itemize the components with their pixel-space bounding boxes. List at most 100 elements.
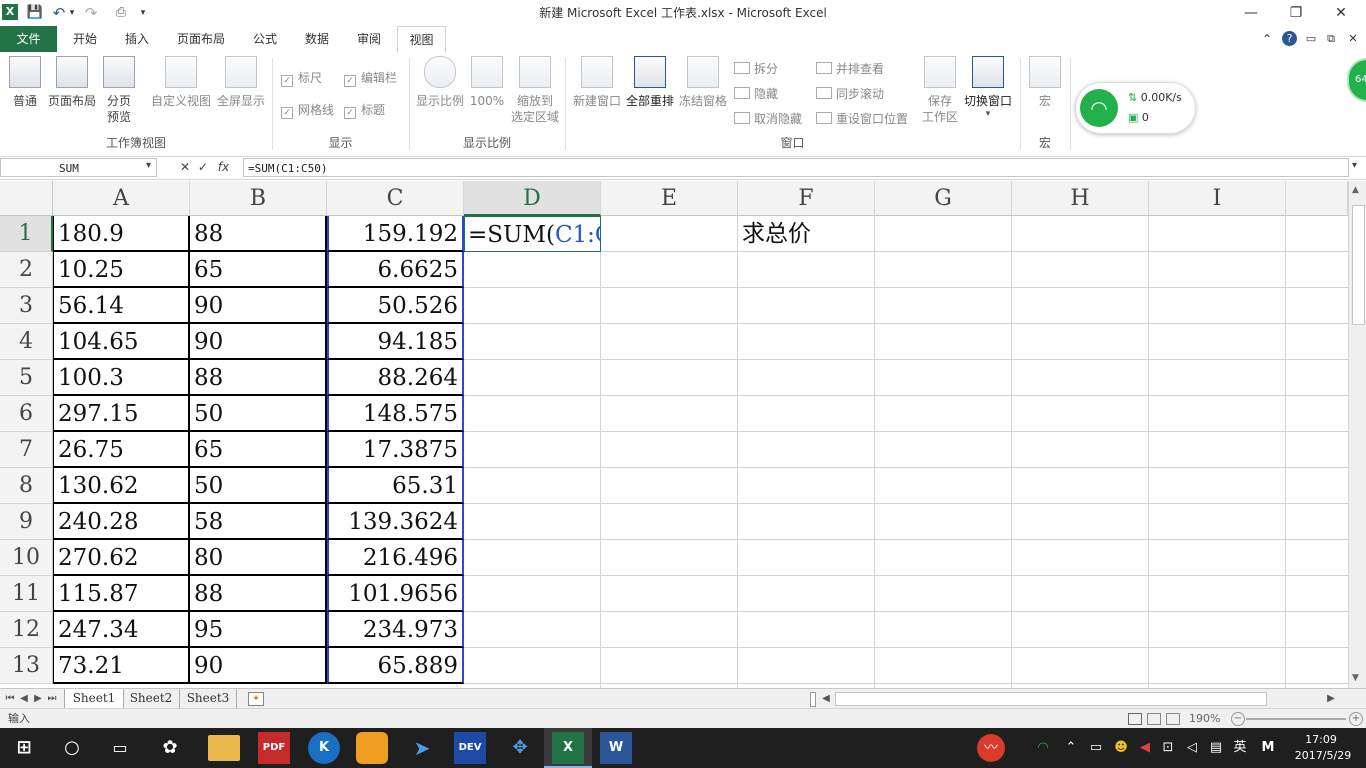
custom-views-button[interactable]: 自定义视图 — [150, 56, 212, 109]
pinwheel-app-icon[interactable]: ✿ — [154, 732, 186, 764]
cell-c8[interactable]: 65.31 — [327, 468, 464, 504]
cell-c10[interactable]: 216.496 — [327, 540, 464, 576]
cancel-icon[interactable]: ✕ — [180, 160, 190, 174]
zoom-out-icon[interactable]: − — [1231, 712, 1245, 726]
cell-b13[interactable]: 90 — [190, 648, 327, 684]
zoom-100-button[interactable]: 100% — [468, 56, 506, 109]
cell-b11[interactable]: 88 — [190, 576, 327, 612]
tab-insert[interactable]: 插入 — [114, 26, 160, 52]
headings-checkbox[interactable]: ✓ 标题 — [344, 101, 385, 119]
column-header-b[interactable]: B — [190, 181, 327, 216]
cell-b12[interactable]: 95 — [190, 612, 327, 648]
cell-a10[interactable]: 270.62 — [53, 540, 190, 576]
enter-icon[interactable]: ✓ — [198, 160, 208, 174]
cell-b10[interactable]: 80 — [190, 540, 327, 576]
column-header-c[interactable]: C — [327, 181, 464, 216]
cell-b8[interactable]: 50 — [190, 468, 327, 504]
tab-view[interactable]: 视图 — [397, 26, 446, 53]
cell-c5[interactable]: 88.264 — [327, 360, 464, 396]
gridlines-checkbox[interactable]: ✓ 网格线 — [281, 101, 334, 119]
cell-b2[interactable]: 65 — [190, 252, 327, 288]
show-hidden-icons[interactable]: ⌃ — [1062, 728, 1080, 768]
zoom-slider[interactable] — [1246, 718, 1346, 720]
tab-review[interactable]: 审阅 — [348, 26, 390, 52]
zoom-level[interactable]: 190% — [1189, 709, 1220, 729]
name-box[interactable]: SUM — [0, 158, 157, 177]
restore-button[interactable]: ❐ — [1273, 0, 1319, 26]
row-header[interactable]: 5 — [0, 360, 53, 396]
cell-c4[interactable]: 94.185 — [327, 324, 464, 360]
k-app-icon[interactable]: K — [308, 732, 340, 764]
workbook-restore-icon[interactable]: ⧉ — [1324, 26, 1338, 52]
freeze-panes-button[interactable]: 冻结窗格 — [677, 56, 729, 109]
network-tray-icon[interactable]: ⊡ — [1158, 728, 1178, 768]
cell-b6[interactable]: 50 — [190, 396, 327, 432]
cell-a6[interactable]: 297.15 — [53, 396, 190, 432]
row-header[interactable]: 2 — [0, 252, 53, 288]
vertical-scrollbar[interactable]: ▲ ▼ — [1348, 181, 1366, 688]
zoom-in-icon[interactable]: + — [1349, 712, 1363, 726]
cell-b9[interactable]: 58 — [190, 504, 327, 540]
sync-scroll-button[interactable]: 同步滚动 — [816, 85, 884, 103]
column-header-i[interactable]: I — [1149, 181, 1286, 216]
cell-c6[interactable]: 148.575 — [327, 396, 464, 432]
cell-c9[interactable]: 139.3624 — [327, 504, 464, 540]
cell-f1[interactable]: 求总价 — [738, 216, 875, 252]
cell-a13[interactable]: 73.21 — [53, 648, 190, 684]
cell-a7[interactable]: 26.75 — [53, 432, 190, 468]
workbook-close-icon[interactable]: ✕ — [1346, 26, 1360, 52]
ruler-checkbox[interactable]: ✓ 标尺 — [281, 69, 322, 87]
sheet-tab-sheet1[interactable]: Sheet1 — [64, 689, 124, 708]
row-header[interactable]: 6 — [0, 396, 53, 432]
name-box-dropdown-icon[interactable]: ▾ — [146, 160, 151, 171]
first-sheet-icon[interactable]: ⏮ — [4, 689, 16, 708]
macros-button[interactable]: 宏 — [1026, 56, 1064, 109]
volume-muted-icon[interactable]: ◀ — [1136, 728, 1154, 768]
row-header[interactable]: 11 — [0, 576, 53, 612]
row-header[interactable]: 10 — [0, 540, 53, 576]
wifi-float-widget[interactable]: ◠ ⇅ 0.00K/s ▣ 0 — [1075, 82, 1196, 134]
ime-tray-icon[interactable]: ☻ — [1110, 728, 1132, 768]
word-taskbar-icon[interactable]: W — [600, 732, 632, 764]
page-break-preview-button[interactable]: 分页 预览 — [101, 56, 137, 125]
row-header[interactable]: 7 — [0, 432, 53, 468]
horizontal-scroll-thumb[interactable] — [835, 692, 1267, 706]
cell-d1-editing[interactable]: =SUM(C1:C50) — [464, 216, 601, 252]
cell-a12[interactable]: 247.34 — [53, 612, 190, 648]
formula-input[interactable]: =SUM(C1:C50) — [243, 158, 1349, 177]
cell-a3[interactable]: 56.14 — [53, 288, 190, 324]
page-break-status-icon[interactable] — [1166, 713, 1180, 725]
cell-c3[interactable]: 50.526 — [327, 288, 464, 324]
cell-c2[interactable]: 6.6625 — [327, 252, 464, 288]
clock-date[interactable]: 2017/5/29 — [1290, 748, 1356, 764]
page-layout-view-button[interactable]: 页面布局 — [47, 56, 97, 109]
cell-a5[interactable]: 100.3 — [53, 360, 190, 396]
cell-b3[interactable]: 90 — [190, 288, 327, 324]
vertical-scroll-thumb[interactable] — [1352, 205, 1365, 325]
column-header-a[interactable]: A — [53, 181, 190, 216]
column-header-e[interactable]: E — [601, 181, 738, 216]
row-header[interactable]: 12 — [0, 612, 53, 648]
spreadsheet-grid[interactable]: A B C D E F G H I 1 180.9 88 159.192 2 10.25 6… — [0, 181, 1348, 688]
hide-button[interactable]: 隐藏 — [734, 85, 778, 103]
workbook-minimize-icon[interactable]: ▭ — [1304, 26, 1318, 52]
cell-a4[interactable]: 104.65 — [53, 324, 190, 360]
row-header[interactable]: 3 — [0, 288, 53, 324]
full-screen-button[interactable]: 全屏显示 — [215, 56, 267, 109]
clock-time[interactable]: 17:09 — [1296, 732, 1346, 748]
tab-formulas[interactable]: 公式 — [244, 26, 286, 52]
normal-view-status-icon[interactable] — [1128, 713, 1142, 725]
cell-b1[interactable]: 88 — [190, 216, 327, 252]
split-button[interactable]: 拆分 — [734, 60, 778, 78]
sheet-tab-sheet3[interactable]: Sheet3 — [180, 689, 237, 708]
wifi-tray-icon[interactable]: ◠ — [1032, 728, 1054, 768]
bird-app-icon[interactable]: ➤ — [406, 732, 438, 764]
cell-a9[interactable]: 240.28 — [53, 504, 190, 540]
tab-file[interactable]: 文件 — [0, 26, 57, 52]
ime-mode[interactable]: M — [1258, 728, 1278, 768]
scroll-right-icon[interactable]: ▶ — [1325, 689, 1337, 708]
tab-home[interactable]: 开始 — [62, 26, 108, 52]
sheet-tab-sheet2[interactable]: Sheet2 — [123, 689, 180, 708]
select-all-corner[interactable] — [0, 181, 53, 216]
row-header[interactable]: 9 — [0, 504, 53, 540]
